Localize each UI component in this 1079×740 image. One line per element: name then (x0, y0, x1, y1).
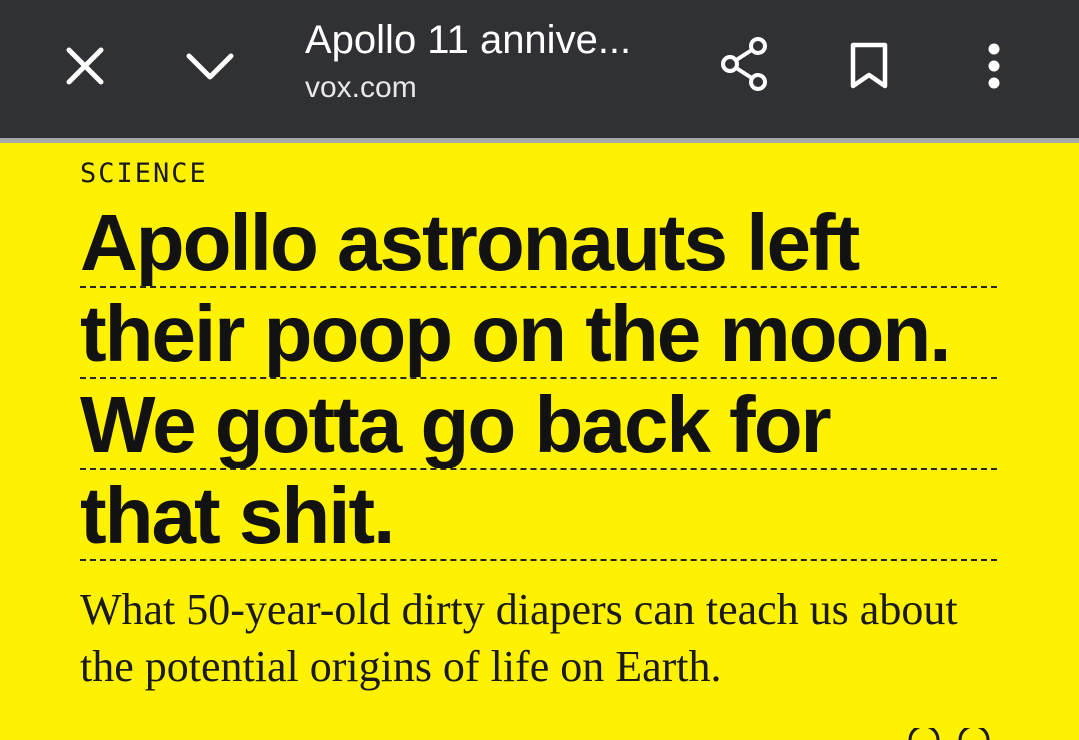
headline-line: Apollo astronauts left (80, 197, 997, 288)
more-vert-icon (988, 43, 1000, 89)
bookmark-icon (850, 42, 888, 89)
page-title-block[interactable]: Apollo 11 annive... vox.com (305, 14, 675, 106)
headline-line: that shit. (80, 470, 997, 561)
bookmark-button[interactable] (837, 34, 901, 98)
browser-toolbar: Apollo 11 annive... vox.com (0, 0, 1079, 138)
article-header: SCIENCE Apollo astronauts left their poo… (80, 143, 1000, 695)
partial-share-icons (908, 728, 990, 740)
headline-line: We gotta go back for (80, 379, 997, 470)
page-title: Apollo 11 annive... (305, 18, 632, 62)
article-headline: Apollo astronauts left their poop on the… (80, 197, 997, 561)
headline-line: their poop on the moon. (80, 288, 997, 379)
page-domain: vox.com (305, 71, 417, 104)
close-button[interactable] (53, 34, 117, 98)
minimize-button[interactable] (178, 34, 242, 98)
section-label[interactable]: SCIENCE (80, 157, 1000, 191)
share-button[interactable] (712, 32, 776, 96)
share-icon (721, 37, 767, 91)
more-options-button[interactable] (962, 34, 1026, 98)
close-icon (66, 47, 104, 85)
chevron-down-icon (186, 53, 234, 80)
article-dek: What 50-year-old dirty diapers can teach… (80, 585, 958, 691)
